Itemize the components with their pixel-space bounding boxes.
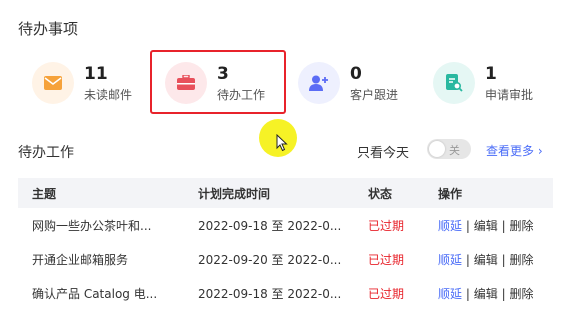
stat-count: 0 bbox=[350, 63, 362, 84]
todo-table: 主题 计划完成时间 状态 操作 网购一些办公茶叶和... 2022-09-18 … bbox=[18, 178, 553, 310]
stat-label: 未读邮件 bbox=[84, 87, 133, 102]
action-separator: | bbox=[465, 218, 470, 233]
table-header: 主题 计划完成时间 状态 操作 bbox=[18, 178, 553, 208]
row-subject[interactable]: 开通企业邮箱服务 bbox=[18, 251, 183, 268]
mail-icon bbox=[32, 62, 74, 104]
action-separator: | bbox=[465, 252, 470, 267]
postpone-button[interactable]: 顺延 bbox=[438, 219, 462, 233]
table-row[interactable]: 网购一些办公茶叶和... 2022-09-18 至 2022-0... 已过期 … bbox=[18, 208, 553, 242]
view-more-label: 查看更多 bbox=[486, 144, 535, 158]
action-separator: | bbox=[501, 286, 506, 301]
stat-approval-request[interactable]: 1 申请审批 bbox=[433, 62, 533, 104]
column-header: 操作 bbox=[438, 186, 463, 201]
action-separator: | bbox=[501, 252, 506, 267]
todo-work-title: 待办工作 bbox=[18, 145, 74, 161]
highlight-box bbox=[150, 50, 286, 114]
section-title: 待办事项 bbox=[18, 20, 79, 38]
edit-button[interactable]: 编辑 bbox=[474, 287, 498, 301]
document-search-icon bbox=[433, 62, 475, 104]
edit-button[interactable]: 编辑 bbox=[474, 253, 498, 267]
stat-label: 申请审批 bbox=[485, 87, 534, 102]
row-status: 已过期 bbox=[368, 286, 405, 301]
row-time: 2022-09-18 至 2022-0... bbox=[198, 286, 342, 301]
column-header: 主题 bbox=[32, 186, 57, 201]
stat-label: 客户跟进 bbox=[350, 87, 399, 102]
row-subject[interactable]: 确认产品 Catalog 电... bbox=[18, 285, 183, 302]
column-header: 计划完成时间 bbox=[198, 186, 271, 201]
edit-button[interactable]: 编辑 bbox=[474, 219, 498, 233]
delete-button[interactable]: 删除 bbox=[509, 287, 533, 301]
postpone-button[interactable]: 顺延 bbox=[438, 287, 462, 301]
postpone-button[interactable]: 顺延 bbox=[438, 253, 462, 267]
stat-count: 11 bbox=[84, 63, 108, 84]
mouse-cursor-icon bbox=[276, 133, 288, 156]
stat-customer-followup[interactable]: 0 客户跟进 bbox=[298, 62, 398, 104]
table-row[interactable]: 确认产品 Catalog 电... 2022-09-18 至 2022-0...… bbox=[18, 276, 553, 310]
stat-unread-mail[interactable]: 11 未读邮件 bbox=[32, 62, 132, 104]
row-status: 已过期 bbox=[368, 218, 405, 233]
today-only-toggle[interactable]: 关 bbox=[427, 139, 471, 159]
toggle-knob bbox=[429, 141, 445, 157]
table-row[interactable]: 开通企业邮箱服务 2022-09-20 至 2022-0... 已过期 顺延 |… bbox=[18, 242, 553, 276]
toggle-label: 关 bbox=[449, 144, 460, 157]
today-only-label: 只看今天 bbox=[357, 146, 410, 161]
row-time: 2022-09-18 至 2022-0... bbox=[198, 218, 342, 233]
delete-button[interactable]: 删除 bbox=[509, 253, 533, 267]
delete-button[interactable]: 删除 bbox=[509, 219, 533, 233]
action-separator: | bbox=[501, 218, 506, 233]
row-time: 2022-09-20 至 2022-0... bbox=[198, 252, 342, 267]
column-header: 状态 bbox=[368, 186, 393, 201]
row-status: 已过期 bbox=[368, 252, 405, 267]
stat-count: 1 bbox=[485, 63, 497, 84]
add-user-icon bbox=[298, 62, 340, 104]
row-subject[interactable]: 网购一些办公茶叶和... bbox=[18, 217, 183, 234]
action-separator: | bbox=[465, 286, 470, 301]
chevron-right-icon: › bbox=[537, 144, 543, 158]
view-more-link[interactable]: 查看更多 › bbox=[486, 142, 543, 159]
